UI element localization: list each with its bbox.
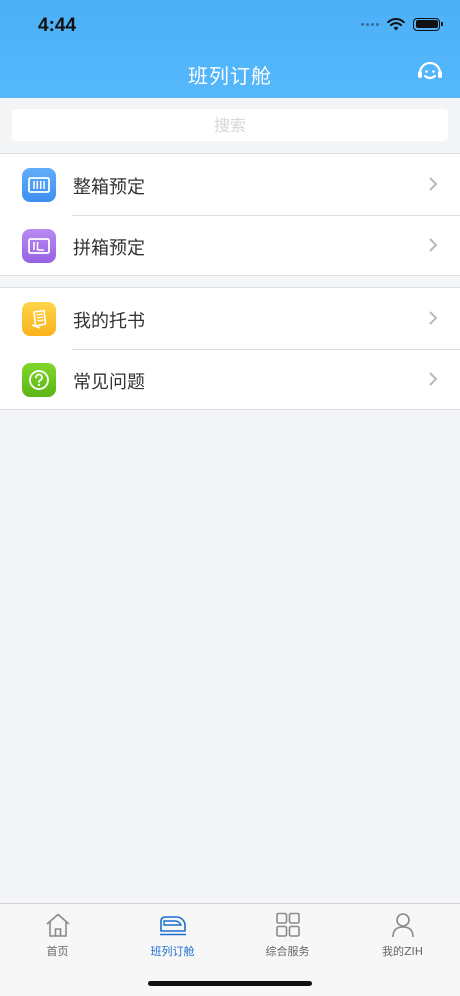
grid-icon (275, 912, 300, 937)
chevron-right-icon (429, 177, 438, 191)
menu-item-faq[interactable]: 常见问题 (0, 349, 460, 410)
menu-item-label: 拼箱预定 (73, 238, 145, 259)
home-indicator (148, 981, 312, 986)
status-time: 4:44 (38, 15, 77, 36)
search-bar (0, 98, 460, 154)
booking-group: 整箱预定 拼箱预定 (0, 154, 460, 276)
chevron-right-icon (429, 238, 438, 252)
wifi-icon (387, 18, 405, 31)
tab-services[interactable]: 综合服务 (230, 912, 345, 964)
search-input[interactable] (12, 109, 448, 141)
menu-item-label: 常见问题 (73, 372, 145, 393)
menu-item-label: 我的托书 (73, 311, 145, 332)
tab-home[interactable]: 首页 (0, 912, 115, 964)
signal-icon (361, 22, 379, 26)
user-icon (391, 913, 414, 938)
page-title: 班列订舱 (188, 64, 272, 88)
train-icon (159, 916, 186, 936)
tab-label: 首页 (46, 945, 69, 958)
question-icon (22, 363, 56, 397)
menu-item-lcl-booking[interactable]: 拼箱预定 (0, 215, 460, 276)
tab-label: 班列订舱 (150, 945, 195, 958)
partial-container-icon (22, 229, 56, 263)
customer-service-icon[interactable] (416, 58, 444, 86)
menu-item-label: 整箱预定 (73, 177, 145, 198)
home-icon (45, 913, 70, 937)
container-icon (22, 168, 56, 202)
menu-item-my-booking-notes[interactable]: 我的托书 (0, 288, 460, 349)
tab-my-zih[interactable]: 我的ZIH (345, 912, 460, 964)
chevron-right-icon (429, 372, 438, 386)
status-icons (361, 17, 443, 31)
tab-train-booking[interactable]: 班列订舱 (115, 912, 230, 964)
header: 4:44 班列订舱 (0, 0, 460, 98)
battery-icon (413, 17, 443, 31)
chevron-right-icon (429, 311, 438, 325)
document-icon (22, 302, 56, 336)
documents-group: 我的托书 常见问题 (0, 287, 460, 410)
tab-label: 综合服务 (265, 945, 310, 958)
menu-item-full-container-booking[interactable]: 整箱预定 (0, 154, 460, 215)
tab-label: 我的ZIH (381, 945, 424, 958)
